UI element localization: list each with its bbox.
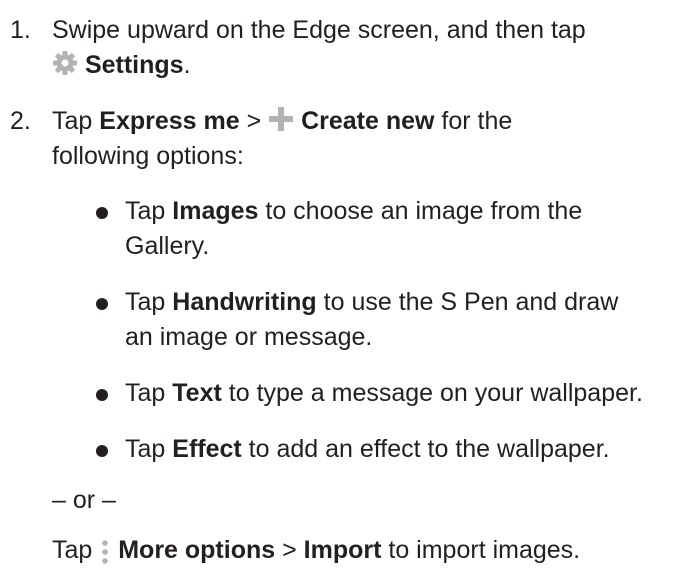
more-options-label: More options	[118, 536, 276, 564]
bullet-handwriting-rest: to use the S Pen and draw	[316, 288, 619, 316]
step-2-line1: Tap Express me > Create new for the	[52, 105, 512, 141]
import-separator: >	[275, 536, 304, 564]
bullet-handwriting-line1: Tap Handwriting to use the S Pen and dra…	[125, 286, 618, 319]
step-1-period: .	[183, 51, 191, 79]
bullet-images-line2: Gallery.	[125, 232, 210, 260]
bullet-handwriting-line2: an image or message.	[125, 323, 373, 351]
step-2-rest: for the	[434, 107, 513, 135]
images-label: Images	[172, 197, 259, 225]
bullet-images-tap: Tap	[125, 197, 173, 225]
bullet-images-line1: Tap Images to choose an image from the	[125, 195, 582, 228]
bullet-handwriting-tap: Tap	[125, 288, 173, 316]
settings-label: Settings	[84, 51, 184, 79]
bullet-effect-tap: Tap	[125, 435, 173, 463]
step-1-text: Swipe upward on the Edge screen, and the…	[52, 14, 586, 47]
step-2-line2: following options:	[52, 142, 244, 170]
import-tap: Tap	[52, 536, 100, 564]
bullet-dot	[96, 207, 108, 219]
bullet-images-rest: to choose an image from the	[258, 197, 583, 225]
step-2-separator: >	[239, 107, 269, 135]
gear-icon	[52, 50, 78, 85]
plus-icon	[268, 106, 294, 141]
or-separator: – or –	[52, 486, 116, 514]
import-line: Tap More options > Import to import imag…	[52, 534, 580, 570]
create-new-label: Create new	[301, 107, 435, 135]
text-label: Text	[172, 379, 222, 407]
bullet-effect-rest: to add an effect to the wallpaper.	[241, 435, 610, 463]
step-1-line2: Settings.	[52, 49, 191, 85]
more-options-icon	[99, 537, 111, 570]
step-2-number: 2.	[10, 107, 31, 135]
bullet-dot	[96, 298, 108, 310]
bullet-text-tap: Tap	[125, 379, 173, 407]
bullet-effect-line: Tap Effect to add an effect to the wallp…	[125, 433, 610, 466]
import-rest: to import images.	[381, 536, 581, 564]
step-1-number: 1.	[10, 16, 31, 44]
express-me-label: Express me	[99, 107, 240, 135]
instruction-page: 1. Swipe upward on the Edge screen, and …	[0, 0, 676, 576]
step-1-line1: Swipe upward on the Edge screen, and the…	[52, 16, 586, 44]
step-2-tap: Tap	[52, 107, 100, 135]
handwriting-label: Handwriting	[172, 288, 317, 316]
effect-label: Effect	[172, 435, 242, 463]
bullet-text-rest: to type a message on your wallpaper.	[221, 379, 643, 407]
bullet-text-line: Tap Text to type a message on your wallp…	[125, 377, 643, 410]
bullet-dot	[96, 445, 108, 457]
bullet-dot	[96, 389, 108, 401]
import-label: Import	[303, 536, 382, 564]
